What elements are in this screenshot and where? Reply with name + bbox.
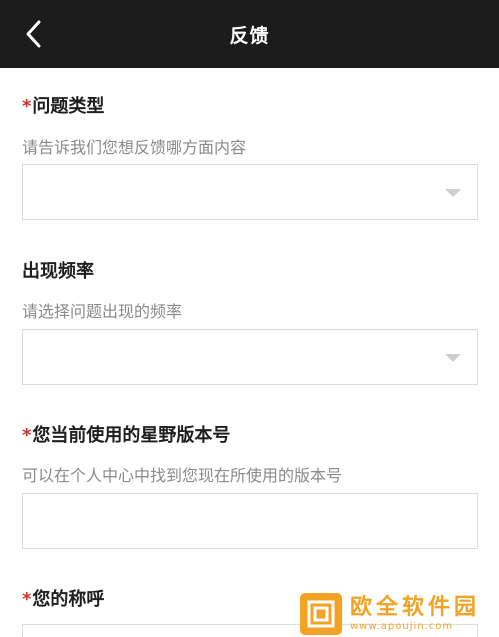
- dropdown-arrow-icon: [445, 189, 461, 197]
- frequency-hint: 请选择问题出现的频率: [22, 302, 183, 321]
- nickname-label: *您的称呼: [22, 589, 105, 610]
- version-input[interactable]: [23, 494, 477, 548]
- version-label: *您当前使用的星野版本号: [22, 425, 231, 446]
- required-mark: *: [22, 96, 32, 117]
- frequency-select[interactable]: [22, 329, 478, 385]
- top-bar: 反馈: [0, 0, 499, 68]
- issue-type-label: *问题类型: [22, 96, 105, 117]
- required-mark: *: [22, 589, 32, 610]
- page-title: 反馈: [229, 24, 270, 47]
- watermark: 欧全软件园 www.apoujin.com: [300, 590, 499, 637]
- watermark-logo-icon: [300, 592, 342, 635]
- dropdown-arrow-icon: [445, 354, 461, 362]
- back-button[interactable]: [14, 14, 54, 54]
- chevron-left-icon: [26, 20, 41, 48]
- version-input-box[interactable]: [22, 493, 478, 549]
- frequency-label: 出现频率: [22, 261, 94, 282]
- required-mark: *: [22, 425, 32, 446]
- watermark-url: www.apoujin.com: [350, 620, 454, 632]
- issue-type-hint: 请告诉我们您想反馈哪方面内容: [22, 138, 247, 157]
- issue-type-select[interactable]: [22, 164, 478, 220]
- watermark-name: 欧全软件园: [350, 594, 481, 620]
- version-hint: 可以在个人中心中找到您现在所使用的版本号: [22, 466, 343, 485]
